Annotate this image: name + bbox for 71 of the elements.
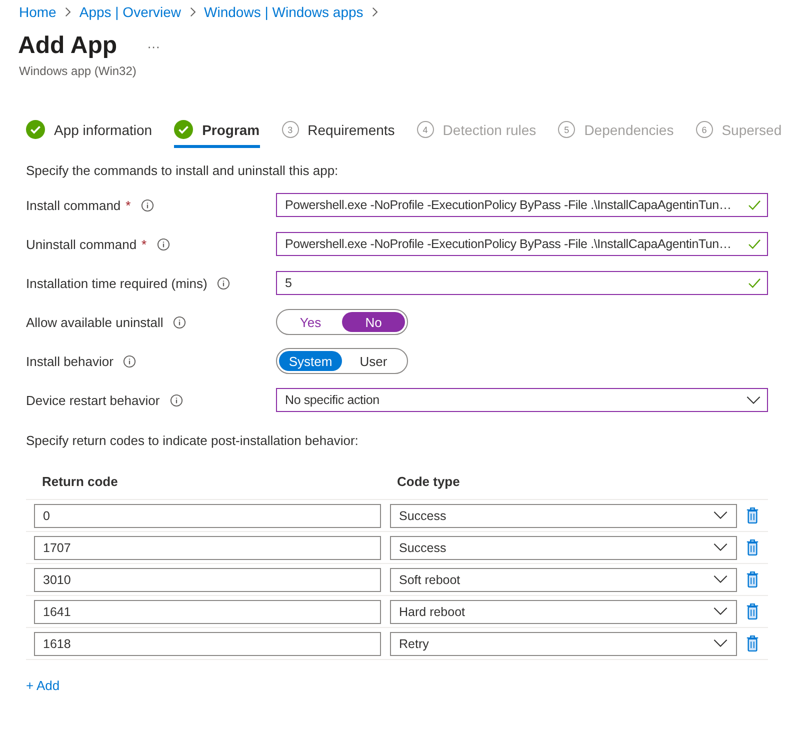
toggle-option[interactable]: Yes — [279, 312, 342, 332]
text-input-field[interactable]: 5 — [276, 271, 768, 295]
return-code-field[interactable]: 1707 — [34, 536, 381, 560]
chevron-down-icon — [713, 543, 728, 552]
trash-icon — [746, 603, 759, 620]
wizard-step-tab[interactable]: Program — [174, 120, 260, 148]
column-header: Return code — [42, 474, 119, 489]
field-label: Allow available uninstall — [26, 314, 164, 330]
return-code-field[interactable]: 0 — [34, 504, 381, 528]
chevron-down-icon — [746, 396, 761, 404]
delete-button[interactable] — [746, 603, 759, 620]
info-icon — [140, 198, 154, 212]
delete-button[interactable] — [746, 507, 759, 524]
delete-button[interactable] — [746, 539, 759, 556]
wizard-step-tab[interactable]: App information — [26, 120, 152, 148]
wizard-step-tab[interactable]: 3 Requirements — [282, 120, 395, 148]
chevron-down-icon — [713, 607, 728, 616]
field-label: Device restart behavior — [26, 392, 160, 408]
code-type-dropdown[interactable]: Hard reboot — [390, 600, 737, 624]
toggle-option[interactable]: System — [279, 351, 342, 371]
field-label: Install behavior — [26, 354, 114, 368]
page-subtitle: Windows app (Win32) — [18, 64, 138, 78]
chevron-down-icon — [713, 511, 728, 520]
add-link[interactable]: + Add — [26, 678, 60, 693]
trash-icon — [746, 635, 759, 652]
return-code-field[interactable]: 1641 — [34, 600, 381, 624]
chevron-icon — [371, 7, 378, 17]
step-number: 3 — [282, 121, 299, 138]
toggle-switch[interactable]: System User — [276, 348, 408, 374]
toggle-option[interactable]: No — [342, 312, 405, 332]
trash-icon — [746, 539, 759, 556]
return-code-field[interactable]: 1618 — [34, 632, 381, 656]
toggle-switch[interactable]: Yes No — [276, 309, 408, 335]
trash-icon — [746, 507, 759, 524]
info-icon — [123, 354, 136, 368]
info-icon — [173, 316, 186, 328]
delete-button[interactable] — [746, 571, 759, 588]
page-title: Add App — [18, 32, 118, 60]
toggle-option[interactable]: User — [342, 351, 405, 371]
chevron-icon — [189, 7, 196, 17]
more-button[interactable]: ··· — [143, 38, 164, 54]
info-icon — [170, 394, 183, 406]
chevron-down-icon — [713, 575, 728, 584]
code-type-dropdown[interactable]: Success — [390, 536, 737, 560]
step-number: 4 — [416, 121, 434, 138]
step-number: 6 — [696, 121, 713, 138]
breadcrumb-link[interactable]: Windows | Windows apps — [204, 4, 364, 20]
info-icon — [217, 276, 230, 290]
code-type-dropdown[interactable]: Soft reboot — [390, 568, 737, 592]
text-input-field[interactable]: Powershell.exe -NoProfile -ExecutionPolicy ByPass -File .\InstallCapaAgentinTun… — [276, 232, 768, 256]
breadcrumb-link[interactable]: Apps | Overview — [79, 4, 182, 20]
code-type-dropdown[interactable]: Success — [390, 504, 737, 528]
trash-icon — [746, 571, 759, 588]
chevron-down-icon — [713, 639, 728, 648]
column-header: Code type — [397, 474, 460, 489]
field-label: Installation time required (mins) — [26, 276, 208, 290]
delete-button[interactable] — [746, 635, 759, 652]
code-type-dropdown[interactable]: Retry — [390, 632, 737, 656]
info-icon — [156, 238, 170, 250]
return-code-field[interactable]: 3010 — [34, 568, 381, 592]
chevron-icon — [64, 7, 72, 17]
field-label: Uninstall command — [26, 236, 137, 252]
section-instruction: Specify the commands to install and uninstall this app: — [26, 163, 340, 178]
field-label: Install command — [26, 198, 121, 212]
text-input-field[interactable]: Powershell.exe -NoProfile -ExecutionPolicy ByPass -File .\InstallCapaAgentinTun… — [276, 193, 768, 217]
step-number: 5 — [558, 121, 576, 138]
breadcrumb-link[interactable]: Home — [19, 4, 56, 20]
dropdown-field[interactable]: No specific action — [276, 388, 768, 412]
section-instruction: Specify return codes to indicate post-installation behavior: — [26, 433, 360, 448]
required-asterisk: * — [142, 236, 147, 252]
required-asterisk: * — [126, 198, 131, 212]
